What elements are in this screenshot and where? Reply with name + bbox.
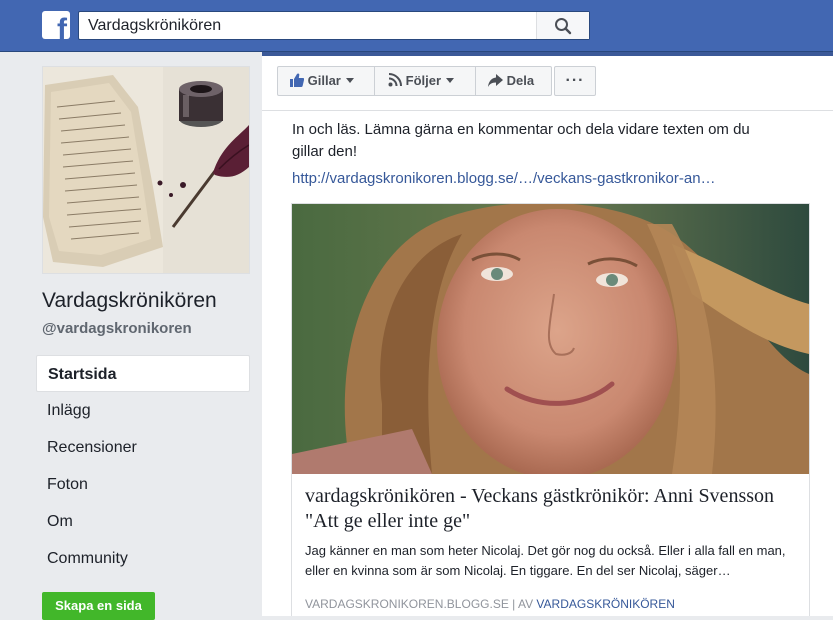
follow-button-label: Följer — [405, 73, 442, 88]
link-preview-image[interactable] — [292, 204, 809, 474]
page-action-bar: Gillar Följer Dela ··· — [262, 56, 833, 111]
page-navigation: Startsida Inlägg Recensioner Foton Om Co… — [36, 355, 250, 577]
search-box — [78, 11, 590, 40]
share-button-label: Dela — [506, 73, 535, 88]
share-button[interactable]: Dela — [476, 66, 552, 96]
page-title[interactable]: Vardagskrönikören — [42, 289, 217, 313]
follow-button[interactable]: Följer — [375, 66, 476, 96]
share-arrow-icon — [488, 73, 503, 87]
top-navigation-bar: f — [0, 0, 833, 52]
nav-item-community[interactable]: Community — [36, 540, 250, 577]
link-preview-source: VARDAGSKRONIKOREN.BLOGG.SE | AV VARDAGSK… — [305, 597, 675, 611]
ink-and-quill-illustration — [43, 67, 249, 273]
source-separator: | AV — [508, 597, 537, 611]
link-preview-title[interactable]: vardagskrönikören - Veckans gästkrönikör… — [305, 484, 775, 534]
link-preview-description: Jag känner en man som heter Nicolaj. Det… — [305, 543, 786, 578]
profile-picture[interactable] — [42, 66, 250, 274]
search-input[interactable] — [79, 12, 537, 39]
source-domain: VARDAGSKRONIKOREN.BLOGG.SE — [305, 597, 509, 611]
like-button-label: Gillar — [307, 73, 341, 88]
nav-item-inlagg[interactable]: Inlägg — [36, 392, 250, 429]
more-options-button[interactable]: ··· — [554, 66, 596, 96]
thumbs-up-icon — [290, 73, 305, 88]
nav-item-startsida[interactable]: Startsida — [36, 355, 250, 392]
nav-item-recensioner[interactable]: Recensioner — [36, 429, 250, 466]
facebook-logo-letter: f — [57, 13, 67, 40]
page-username[interactable]: @vardagskronikoren — [42, 320, 192, 337]
rss-follow-icon — [388, 73, 402, 87]
left-sidebar: Vardagskrönikören @vardagskronikoren Sta… — [0, 52, 262, 620]
chevron-down-icon — [446, 78, 455, 84]
post-text: In och läs. Lämna gärna en kommentar och… — [292, 121, 750, 160]
post-link[interactable]: http://vardagskronikoren.blogg.se/…/veck… — [292, 170, 716, 187]
source-author-link[interactable]: VARDAGSKRÖNIKÖREN — [536, 597, 674, 611]
search-button[interactable] — [536, 12, 589, 39]
nav-item-om[interactable]: Om — [36, 503, 250, 540]
nav-item-foton[interactable]: Foton — [36, 466, 250, 503]
facebook-logo-icon[interactable]: f — [42, 11, 70, 39]
search-icon — [555, 18, 572, 35]
more-dots-icon: ··· — [565, 72, 585, 89]
like-button[interactable]: Gillar — [277, 66, 375, 96]
chevron-down-icon — [345, 78, 354, 84]
post-card: In och läs. Lämna gärna en kommentar och… — [262, 111, 833, 616]
woman-portrait-photo — [292, 204, 809, 474]
link-preview-card[interactable]: vardagskrönikören - Veckans gästkrönikör… — [291, 203, 810, 616]
